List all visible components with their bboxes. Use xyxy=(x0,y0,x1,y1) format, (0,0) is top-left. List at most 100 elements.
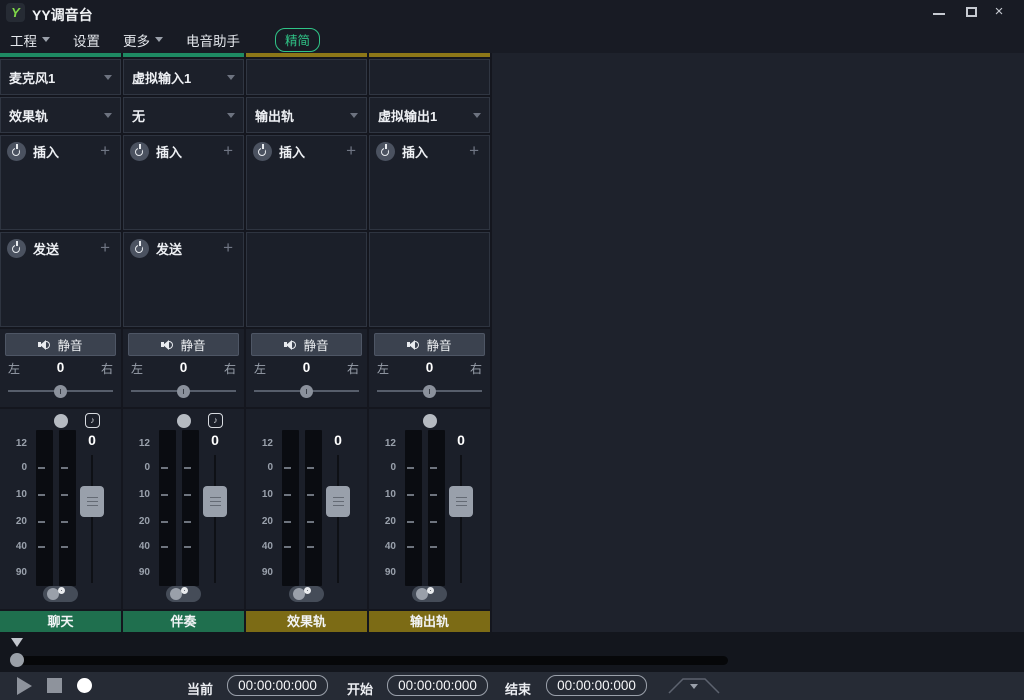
channel-color-strip xyxy=(123,53,244,57)
level-meter-right xyxy=(59,430,76,586)
chevron-down-icon xyxy=(350,113,358,118)
mute-button[interactable]: 静音 xyxy=(5,333,116,356)
insert-panel: 插入 + xyxy=(369,135,490,230)
channel-strip-1: 麦克风1 效果轨 插入 + 发送 + xyxy=(0,53,121,634)
power-icon[interactable] xyxy=(253,142,272,161)
current-time-value[interactable]: 00:00:00:000 xyxy=(227,675,328,696)
play-button[interactable] xyxy=(17,677,32,695)
pan-right-label: 右 xyxy=(224,360,236,377)
power-icon[interactable] xyxy=(376,142,395,161)
add-insert-button[interactable]: + xyxy=(100,141,110,161)
mute-button[interactable]: 静音 xyxy=(128,333,239,356)
menu-edm-assistant[interactable]: 电音助手 xyxy=(186,30,240,50)
source-select[interactable]: 虚拟输入1 xyxy=(123,59,244,95)
send-panel-empty xyxy=(246,232,367,327)
fader-value: 0 xyxy=(448,432,474,448)
end-time-value[interactable]: 00:00:00:000 xyxy=(546,675,647,696)
volume-fader[interactable] xyxy=(80,486,104,517)
mute-label: 静音 xyxy=(303,335,328,354)
insert-panel: 插入 + xyxy=(123,135,244,230)
route-select-value: 效果轨 xyxy=(9,106,48,125)
add-insert-button[interactable]: + xyxy=(223,141,233,161)
route-select[interactable]: 无 xyxy=(123,97,244,133)
power-icon[interactable] xyxy=(130,239,149,258)
fader-track xyxy=(214,455,216,583)
menu-project[interactable]: 工程 xyxy=(10,30,50,50)
insert-label: 插入 xyxy=(156,142,182,161)
insert-panel: 插入 + xyxy=(246,135,367,230)
channel-toggle[interactable] xyxy=(289,586,324,602)
timeline-position-knob[interactable] xyxy=(10,653,24,667)
source-select-empty xyxy=(369,59,490,95)
transport-bar: 当前 00:00:00:000 开始 00:00:00:000 结束 00:00… xyxy=(0,672,1024,700)
volume-fader[interactable] xyxy=(203,486,227,517)
track-label: 效果轨 xyxy=(246,611,367,632)
send-panel: 发送 + xyxy=(123,232,244,327)
add-send-button[interactable]: + xyxy=(100,238,110,258)
pan-right-label: 右 xyxy=(470,360,482,377)
add-insert-button[interactable]: + xyxy=(469,141,479,161)
music-note-icon[interactable]: ♪ xyxy=(208,413,223,428)
pan-slider[interactable] xyxy=(129,382,238,400)
simplified-mode-badge[interactable]: 精简 xyxy=(275,28,320,52)
level-meter-left xyxy=(36,430,53,586)
mute-pan-section: 静音 左 0 右 xyxy=(123,329,244,407)
chevron-down-icon xyxy=(227,113,235,118)
channel-color-strip xyxy=(246,53,367,57)
channel-toggle[interactable] xyxy=(166,586,201,602)
record-button[interactable] xyxy=(77,678,92,693)
send-label: 发送 xyxy=(33,239,59,258)
pan-slider-thumb[interactable] xyxy=(177,385,190,398)
start-time-value[interactable]: 00:00:00:000 xyxy=(387,675,488,696)
close-button[interactable]: × xyxy=(986,0,1012,24)
source-select[interactable]: 麦克风1 xyxy=(0,59,121,95)
menu-more[interactable]: 更多 xyxy=(123,30,163,50)
insert-panel: 插入 + xyxy=(0,135,121,230)
chevron-down-icon xyxy=(42,37,50,42)
collapse-panel-button[interactable] xyxy=(668,677,720,694)
mute-button[interactable]: 静音 xyxy=(251,333,362,356)
pan-slider[interactable] xyxy=(252,382,361,400)
channel-toggle[interactable] xyxy=(43,586,78,602)
pan-slider[interactable] xyxy=(6,382,115,400)
menu-bar: 工程 设置 更多 电音助手 精简 xyxy=(0,26,1024,53)
mute-button[interactable]: 静音 xyxy=(374,333,485,356)
fader-value: 0 xyxy=(202,432,228,448)
menu-more-label: 更多 xyxy=(123,30,150,50)
signal-indicator-icon xyxy=(423,414,437,428)
fader-section: ♪ 0 120 1020 4090 xyxy=(123,409,244,609)
minimize-button[interactable] xyxy=(926,0,952,24)
channel-toggle[interactable] xyxy=(412,586,447,602)
chevron-down-icon xyxy=(104,113,112,118)
volume-fader[interactable] xyxy=(326,486,350,517)
route-select-value: 无 xyxy=(132,106,145,125)
signal-indicator-icon xyxy=(54,414,68,428)
route-select[interactable]: 虚拟输出1 xyxy=(369,97,490,133)
pan-slider-thumb[interactable] xyxy=(54,385,67,398)
timeline-track[interactable] xyxy=(16,656,728,665)
fader-track xyxy=(460,455,462,583)
pan-slider-thumb[interactable] xyxy=(423,385,436,398)
route-select[interactable]: 效果轨 xyxy=(0,97,121,133)
music-note-icon[interactable]: ♪ xyxy=(85,413,100,428)
route-select[interactable]: 输出轨 xyxy=(246,97,367,133)
volume-fader[interactable] xyxy=(449,486,473,517)
add-send-button[interactable]: + xyxy=(223,238,233,258)
power-icon[interactable] xyxy=(7,142,26,161)
power-icon[interactable] xyxy=(130,142,149,161)
insert-label: 插入 xyxy=(33,142,59,161)
speaker-icon xyxy=(161,339,174,351)
menu-settings[interactable]: 设置 xyxy=(73,30,100,50)
stop-button[interactable] xyxy=(47,678,62,693)
maximize-button[interactable] xyxy=(958,0,984,24)
pan-slider-thumb[interactable] xyxy=(300,385,313,398)
chevron-down-icon xyxy=(155,37,163,42)
power-icon[interactable] xyxy=(7,239,26,258)
track-label: 聊天 xyxy=(0,611,121,632)
channel-color-strip xyxy=(369,53,490,57)
playhead-marker-icon[interactable] xyxy=(11,638,23,647)
mute-label: 静音 xyxy=(180,335,205,354)
pan-slider[interactable] xyxy=(375,382,484,400)
add-insert-button[interactable]: + xyxy=(346,141,356,161)
mute-label: 静音 xyxy=(57,335,82,354)
